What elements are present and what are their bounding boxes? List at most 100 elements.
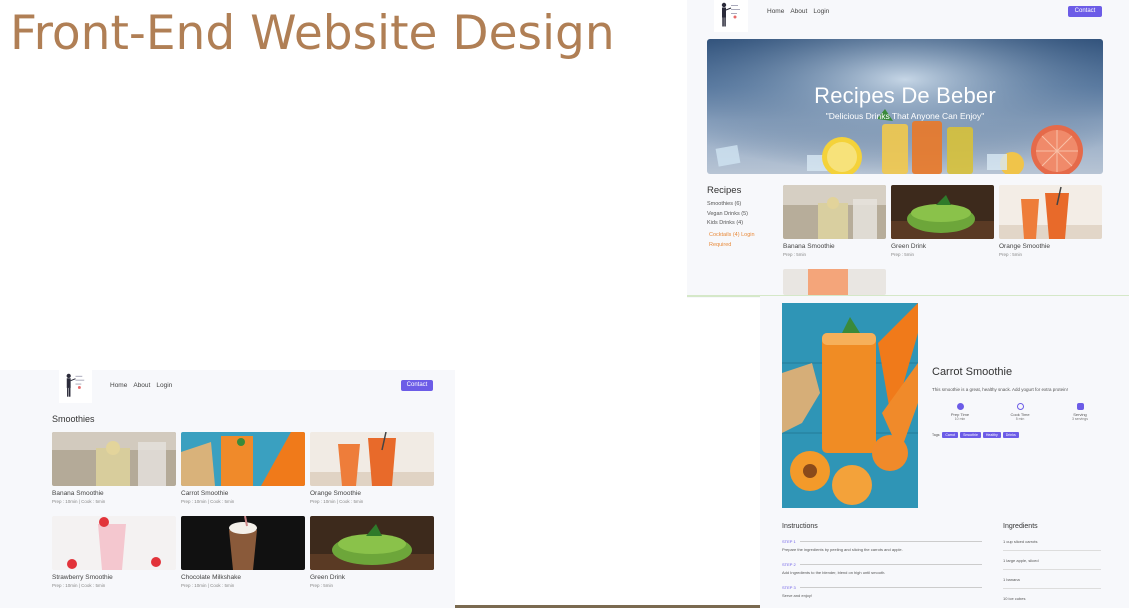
recipe-card[interactable]: Strawberry Smoothie Prep : 10min | Cook … — [52, 516, 176, 588]
card-meta: Prep : 10min | Cook : 5min — [310, 499, 364, 504]
step-label: STEP 2 — [782, 562, 796, 567]
hero-subtitle: "Delicious Drinks That Anyone Can Enjoy" — [825, 111, 985, 121]
card-title: Chocolate Milkshake — [181, 574, 241, 581]
nav-home[interactable]: Home — [767, 8, 784, 15]
card-meta: Prep : 5min — [783, 252, 807, 257]
step-divider — [799, 564, 982, 565]
card-meta: Prep : 5min — [999, 252, 1023, 257]
smoothies-listing-screenshot: Home About Login Contact Smoothies Banan… — [0, 370, 455, 608]
category-link[interactable]: Kids Drinks (4) — [707, 219, 748, 229]
recipe-card[interactable]: Orange Smoothie Prep : 5min — [999, 185, 1102, 257]
step-label: STEP 3 — [782, 585, 796, 590]
logo-figure-icon — [66, 373, 85, 397]
nav-login[interactable]: Login — [156, 382, 172, 389]
people-icon — [1076, 403, 1084, 410]
step-text: Add Ingredients to the blender, blend on… — [782, 570, 886, 575]
recipe-title: Carrot Smoothie — [932, 366, 1013, 378]
recipes-sidebar-title: Recipes — [707, 185, 742, 196]
logo-figure-icon — [721, 2, 740, 27]
ingredients-heading: Ingredients — [1003, 523, 1038, 530]
card-title: Strawberry Smoothie — [52, 574, 113, 581]
ingredient-item: 10 ice cubes — [1003, 596, 1026, 601]
ingredient-item: 1 large apple, sliced — [1003, 558, 1101, 570]
category-link[interactable]: Smoothies (6) — [707, 200, 748, 210]
stat-prep-time: Prep Time 10 min — [940, 403, 980, 421]
stat-value: 5 min — [1015, 417, 1025, 421]
stat-value: 3 servings — [1072, 417, 1088, 421]
ingredient-item: 1 banana — [1003, 577, 1101, 589]
card-title: Banana Smoothie — [52, 490, 104, 497]
card-title: Orange Smoothie — [999, 243, 1050, 250]
ingredient-item: 1 cup sliced carrots — [1003, 539, 1101, 551]
green-drink-image — [891, 185, 994, 239]
tag-badge[interactable]: Smoothie — [960, 432, 981, 438]
tag-badge[interactable]: Drinks — [1002, 432, 1019, 438]
recipe-description: This smoothie is a great, healthy snack.… — [932, 387, 1068, 392]
step-label: STEP 1 — [782, 539, 796, 544]
card-meta: Prep : 10min | Cook : 5min — [181, 499, 235, 504]
tag-badge[interactable]: Healthy — [982, 432, 1001, 438]
stat-value: 10 min — [954, 417, 966, 421]
card-title: Green Drink — [891, 243, 927, 250]
recipe-card[interactable]: Banana Smoothie Prep : 5min — [783, 185, 886, 257]
category-link[interactable]: Vegan Drinks (5) — [707, 210, 748, 220]
clock-icon — [956, 403, 964, 410]
card-meta: Prep : 10min | Cook : 5min — [52, 499, 106, 504]
carrot-smoothie-hero-image — [782, 303, 918, 508]
recipe-card[interactable]: Green Drink Prep : 5min — [891, 185, 994, 257]
clock-icon — [1016, 403, 1024, 410]
green-drink-image — [310, 516, 434, 570]
step-text: Serve and enjoy! — [782, 593, 813, 598]
category-list: Smoothies (6) Vegan Drinks (5) Kids Drin… — [707, 200, 748, 229]
site-logo[interactable] — [714, 0, 748, 32]
instructions-heading: Instructions — [782, 523, 818, 530]
step-text: Prepare the ingredients by peeling and s… — [782, 547, 903, 552]
homepage-screenshot: Home About Login Contact Recipes De Bebe… — [687, 0, 1129, 298]
instruction-step: STEP 3 Serve and enjoy! — [782, 585, 982, 598]
carrot-smoothie-image — [181, 432, 305, 486]
card-title: Green Drink — [310, 574, 346, 581]
partial-card-image — [783, 269, 886, 295]
card-meta: Prep : 5min — [891, 252, 915, 257]
recipe-card[interactable]: Banana Smoothie Prep : 10min | Cook : 5m… — [52, 432, 176, 504]
category-heading: Smoothies — [52, 414, 95, 424]
locked-category-link[interactable]: Cocktails (4) Login Required — [709, 231, 769, 250]
recipe-card[interactable]: Chocolate Milkshake Prep : 10min | Cook … — [181, 516, 305, 588]
contact-button[interactable]: Contact — [401, 380, 433, 391]
recipe-card[interactable]: Green Drink Prep : 5min — [310, 516, 434, 588]
instruction-step: STEP 1 Prepare the ingredients by peelin… — [782, 539, 982, 552]
tag-badge[interactable]: Carrot — [942, 432, 959, 438]
contact-button[interactable]: Contact — [1068, 6, 1102, 17]
nav-about[interactable]: About — [790, 8, 807, 15]
card-title: Carrot Smoothie — [181, 490, 229, 497]
recipe-card[interactable] — [783, 269, 886, 295]
card-meta: Prep : 5min — [310, 583, 334, 588]
strawberry-smoothie-image — [52, 516, 176, 570]
page-title: Front-End Website Design — [10, 6, 615, 61]
step-divider — [799, 587, 982, 588]
stat-cook-time: Cook Time 5 min — [1000, 403, 1040, 421]
banana-smoothie-image — [52, 432, 176, 486]
chocolate-milkshake-image — [181, 516, 305, 570]
orange-smoothie-image — [310, 432, 434, 486]
stat-serving: Serving 3 servings — [1060, 403, 1100, 421]
nav-about[interactable]: About — [133, 382, 150, 389]
hero-title: Recipes De Beber — [814, 83, 996, 108]
recipe-stats: Prep Time 10 min Cook Time 5 min Serving… — [940, 403, 1100, 421]
card-meta: Prep : 10min | Cook : 5min — [52, 583, 106, 588]
main-nav: Home About Login — [110, 382, 172, 389]
hero-banner: Recipes De Beber "Delicious Drinks That … — [707, 39, 1103, 174]
card-title: Banana Smoothie — [783, 243, 835, 250]
orange-smoothie-image — [999, 185, 1102, 239]
instruction-step: STEP 2 Add Ingredients to the blender, b… — [782, 562, 982, 575]
card-title: Orange Smoothie — [310, 490, 361, 497]
banana-smoothie-image — [783, 185, 886, 239]
tags-label: Tags: — [932, 433, 941, 437]
site-logo[interactable] — [59, 370, 92, 403]
recipe-card[interactable]: Carrot Smoothie Prep : 10min | Cook : 5m… — [181, 432, 305, 504]
main-nav: Home About Login — [767, 8, 829, 15]
nav-login[interactable]: Login — [813, 8, 829, 15]
nav-home[interactable]: Home — [110, 382, 127, 389]
recipe-tags: Tags: Carrot Smoothie Healthy Drinks — [932, 432, 1019, 438]
recipe-card[interactable]: Orange Smoothie Prep : 10min | Cook : 5m… — [310, 432, 434, 504]
